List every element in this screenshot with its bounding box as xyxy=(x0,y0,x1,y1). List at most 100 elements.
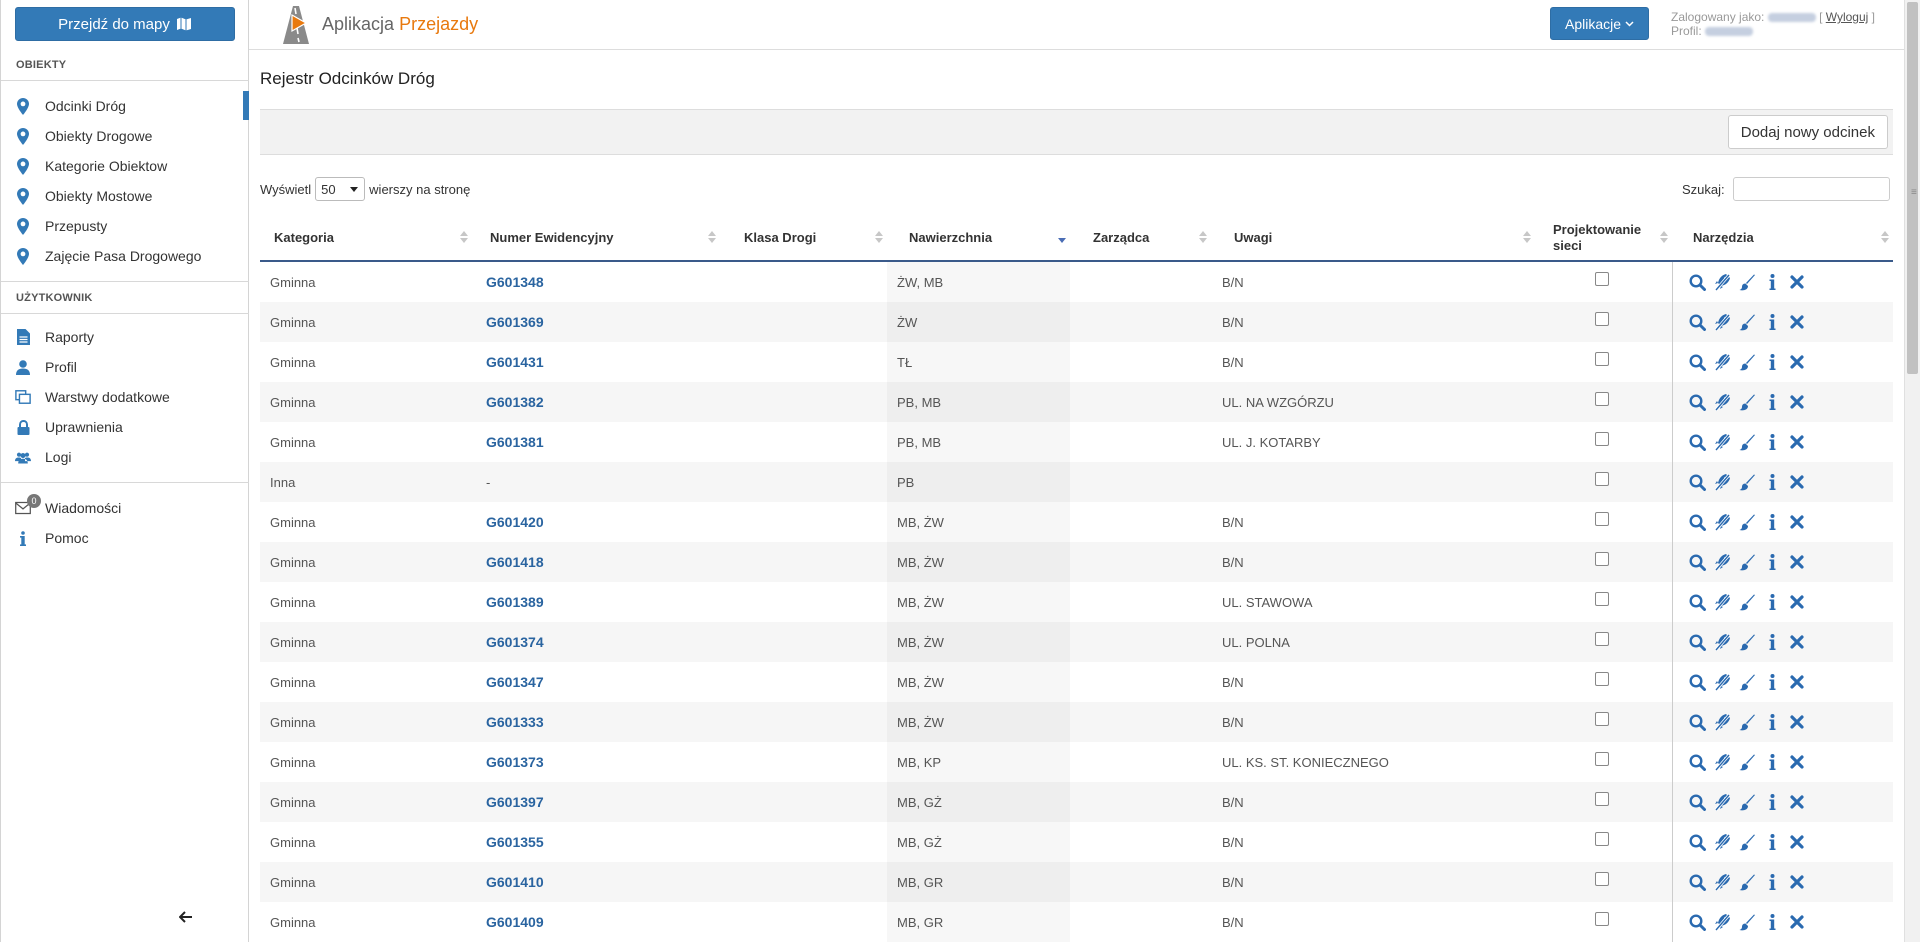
network-design-checkbox[interactable] xyxy=(1595,392,1609,406)
rocket-off-icon[interactable] xyxy=(1713,513,1731,531)
info-icon[interactable] xyxy=(1763,393,1781,411)
info-icon[interactable] xyxy=(1763,433,1781,451)
sidebar-item-uprawnienia[interactable]: Uprawnienia xyxy=(1,413,249,441)
segment-number-link[interactable]: G601381 xyxy=(486,434,544,450)
info-icon[interactable] xyxy=(1763,913,1781,931)
info-icon[interactable] xyxy=(1763,473,1781,491)
brush-icon[interactable] xyxy=(1738,313,1756,331)
search-icon[interactable] xyxy=(1688,713,1706,731)
rocket-off-icon[interactable] xyxy=(1713,873,1731,891)
rocket-off-icon[interactable] xyxy=(1713,673,1731,691)
rocket-off-icon[interactable] xyxy=(1713,593,1731,611)
brush-icon[interactable] xyxy=(1738,713,1756,731)
network-design-checkbox[interactable] xyxy=(1595,712,1609,726)
column-header-uwagi[interactable]: Uwagi xyxy=(1211,213,1535,262)
network-design-checkbox[interactable] xyxy=(1595,832,1609,846)
info-icon[interactable] xyxy=(1763,313,1781,331)
network-design-checkbox[interactable] xyxy=(1595,632,1609,646)
sidebar-item-obiekty-mostowe[interactable]: Obiekty Mostowe xyxy=(1,182,249,210)
info-icon[interactable] xyxy=(1763,353,1781,371)
logout-link[interactable]: Wyloguj xyxy=(1826,10,1869,24)
brush-icon[interactable] xyxy=(1738,873,1756,891)
delete-icon[interactable] xyxy=(1788,473,1806,491)
segment-number-link[interactable]: G601389 xyxy=(486,594,544,610)
column-header-klasa-drogi[interactable]: Klasa Drogi xyxy=(720,213,887,262)
rocket-off-icon[interactable] xyxy=(1713,273,1731,291)
brush-icon[interactable] xyxy=(1738,393,1756,411)
scrollbar-thumb[interactable]: ≡ xyxy=(1907,2,1918,374)
rocket-off-icon[interactable] xyxy=(1713,633,1731,651)
brush-icon[interactable] xyxy=(1738,753,1756,771)
delete-icon[interactable] xyxy=(1788,793,1806,811)
delete-icon[interactable] xyxy=(1788,873,1806,891)
network-design-checkbox[interactable] xyxy=(1595,752,1609,766)
brush-icon[interactable] xyxy=(1738,433,1756,451)
segment-number-link[interactable]: G601333 xyxy=(486,714,544,730)
column-header-nawierzchnia[interactable]: Nawierzchnia xyxy=(887,213,1070,262)
sidebar-item-kategorie-obiektow[interactable]: Kategorie Obiektow xyxy=(1,152,249,180)
brush-icon[interactable] xyxy=(1738,273,1756,291)
network-design-checkbox[interactable] xyxy=(1595,912,1609,926)
brush-icon[interactable] xyxy=(1738,633,1756,651)
brush-icon[interactable] xyxy=(1738,913,1756,931)
info-icon[interactable] xyxy=(1763,633,1781,651)
search-icon[interactable] xyxy=(1688,633,1706,651)
sidebar-item-warstwy-dodatkowe[interactable]: Warstwy dodatkowe xyxy=(1,383,249,411)
info-icon[interactable] xyxy=(1763,273,1781,291)
segment-number-link[interactable]: G601410 xyxy=(486,874,544,890)
segment-number-link[interactable]: G601420 xyxy=(486,514,544,530)
network-design-checkbox[interactable] xyxy=(1595,472,1609,486)
sidebar-item-profil[interactable]: Profil xyxy=(1,353,249,381)
search-icon[interactable] xyxy=(1688,513,1706,531)
column-header-projektowanie-sieci[interactable]: Projektowanie sieci xyxy=(1535,213,1672,262)
page-length-select[interactable]: 50 xyxy=(315,177,366,201)
rocket-off-icon[interactable] xyxy=(1713,313,1731,331)
collapse-sidebar-button[interactable] xyxy=(178,910,193,927)
sidebar-item-raporty[interactable]: Raporty xyxy=(1,323,249,351)
delete-icon[interactable] xyxy=(1788,513,1806,531)
rocket-off-icon[interactable] xyxy=(1713,753,1731,771)
brush-icon[interactable] xyxy=(1738,833,1756,851)
rocket-off-icon[interactable] xyxy=(1713,713,1731,731)
search-icon[interactable] xyxy=(1688,553,1706,571)
segment-number-link[interactable]: G601374 xyxy=(486,634,544,650)
search-input[interactable] xyxy=(1732,177,1890,201)
rocket-off-icon[interactable] xyxy=(1713,393,1731,411)
column-header-kategoria[interactable]: Kategoria xyxy=(260,213,472,262)
segment-number-link[interactable]: G601382 xyxy=(486,394,544,410)
search-icon[interactable] xyxy=(1688,873,1706,891)
column-header-zarzadca[interactable]: Zarządca xyxy=(1070,213,1211,262)
go-to-map-button[interactable]: Przejdź do mapy xyxy=(15,7,235,41)
rocket-off-icon[interactable] xyxy=(1713,353,1731,371)
apps-dropdown-button[interactable]: Aplikacje xyxy=(1550,7,1649,40)
info-icon[interactable] xyxy=(1763,873,1781,891)
rocket-off-icon[interactable] xyxy=(1713,833,1731,851)
network-design-checkbox[interactable] xyxy=(1595,552,1609,566)
network-design-checkbox[interactable] xyxy=(1595,512,1609,526)
delete-icon[interactable] xyxy=(1788,593,1806,611)
sidebar-item-pomoc[interactable]: Pomoc xyxy=(1,524,249,552)
search-icon[interactable] xyxy=(1688,353,1706,371)
rocket-off-icon[interactable] xyxy=(1713,793,1731,811)
delete-icon[interactable] xyxy=(1788,553,1806,571)
network-design-checkbox[interactable] xyxy=(1595,312,1609,326)
delete-icon[interactable] xyxy=(1788,353,1806,371)
vertical-scrollbar[interactable]: ≡ xyxy=(1904,0,1920,942)
column-header-numer-ewidencyjny[interactable]: Numer Ewidencyjny xyxy=(472,213,720,262)
search-icon[interactable] xyxy=(1688,833,1706,851)
segment-number-link[interactable]: G601397 xyxy=(486,794,544,810)
delete-icon[interactable] xyxy=(1788,433,1806,451)
delete-icon[interactable] xyxy=(1788,313,1806,331)
column-header-narzedzia[interactable]: Narzędzia xyxy=(1672,213,1893,262)
info-icon[interactable] xyxy=(1763,593,1781,611)
network-design-checkbox[interactable] xyxy=(1595,592,1609,606)
delete-icon[interactable] xyxy=(1788,673,1806,691)
brush-icon[interactable] xyxy=(1738,593,1756,611)
search-icon[interactable] xyxy=(1688,433,1706,451)
delete-icon[interactable] xyxy=(1788,913,1806,931)
network-design-checkbox[interactable] xyxy=(1595,272,1609,286)
delete-icon[interactable] xyxy=(1788,713,1806,731)
search-icon[interactable] xyxy=(1688,593,1706,611)
rocket-off-icon[interactable] xyxy=(1713,553,1731,571)
network-design-checkbox[interactable] xyxy=(1595,672,1609,686)
